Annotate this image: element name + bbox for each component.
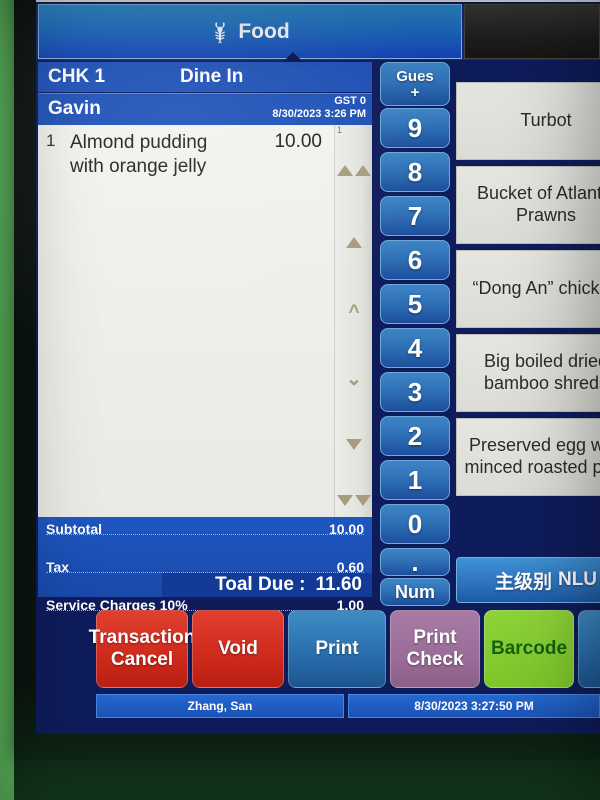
nlu-label-cn: 主级别 — [494, 571, 552, 593]
keypad-key-guest-plus-sub: + — [410, 83, 420, 101]
keypad-key-7-label: 7 — [407, 200, 423, 231]
numeric-keypad: Gues + 9 8 7 6 5 4 3 2 1 0 . Num — [376, 62, 454, 606]
photo-of-pos-terminal: 1 Assorted pl Food — [0, 0, 600, 800]
scroll-marker: 1 — [337, 125, 343, 135]
keypad-key-9-label: 9 — [407, 112, 423, 143]
keypad-key-6[interactable]: 6 — [380, 240, 450, 280]
keypad-key-guest-plus-label: Gues — [396, 67, 434, 85]
top-cutoff-strip: 1 Assorted pl — [36, 0, 600, 2]
scroll-line-down-icon[interactable] — [335, 437, 373, 455]
check-item-list[interactable]: 1 Almond pudding with orange jelly 10.00 — [38, 125, 334, 517]
total-due-label: Toal Due : — [215, 574, 306, 595]
check-totals: Subtotal 10.00 Tax 0.60 Service Charges … — [38, 517, 372, 613]
keypad-key-7[interactable]: 7 — [380, 196, 450, 236]
scroll-page-up-icon[interactable] — [335, 163, 373, 181]
keypad-key-5[interactable]: 5 — [380, 284, 450, 324]
check-subheader: Gavin GST 0 8/30/2023 3:26 PM — [38, 93, 372, 126]
keypad-key-4[interactable]: 4 — [380, 328, 450, 368]
print-check-button[interactable]: Print Check — [390, 610, 480, 688]
print-label: Print — [315, 638, 359, 660]
status-bar-user: Zhang, San — [96, 694, 344, 718]
menu-item-label: Turbot — [520, 110, 572, 131]
check-line-item[interactable]: 1 Almond pudding with orange jelly 10.00 — [38, 125, 334, 180]
check-order-type: Dine In — [180, 66, 244, 87]
menu-item-button[interactable]: Preserved egg with minced roasted pork — [456, 418, 600, 496]
scroll-chevron-down-icon[interactable]: ⌄ — [335, 370, 373, 390]
check-gst: GST 0 — [334, 95, 366, 107]
action-button-row: Transaction Cancel Void Print Print Chec… — [89, 610, 600, 692]
barcode-button[interactable]: Barcode — [484, 610, 574, 688]
pos-screen: 1 Assorted pl Food — [36, 0, 600, 734]
keypad-key-8[interactable]: 8 — [380, 152, 450, 192]
menu-item-button[interactable]: Turbot — [456, 82, 600, 160]
scroll-line-up-icon[interactable] — [335, 235, 373, 253]
menu-item-button[interactable]: Big boiled dried bamboo shreds — [456, 334, 600, 412]
keypad-key-0[interactable]: 0 — [380, 504, 450, 544]
keypad-key-4-label: 4 — [407, 332, 423, 363]
keypad-key-guest-plus[interactable]: Gues + — [380, 62, 450, 106]
keypad-key-num[interactable]: Num — [380, 578, 450, 606]
status-bar-timestamp-label: 8/30/2023 3:27:50 PM — [414, 699, 534, 713]
keypad-key-decimal-label: . — [411, 546, 419, 577]
nlu-label-en: NLU — [557, 569, 598, 590]
check-scroll-rail[interactable]: 1 ^ ⌄ — [334, 125, 372, 517]
line-item-qty: 1 — [46, 131, 56, 150]
check-header: CHK 1 Dine In — [38, 62, 372, 92]
menu-item-label: Big boiled dried bamboo shreds — [483, 351, 600, 393]
keypad-key-5-label: 5 — [407, 288, 423, 319]
check-server-name: Gavin — [48, 98, 101, 119]
keypad-key-2[interactable]: 2 — [380, 416, 450, 456]
totals-row-subtotal: Subtotal 10.00 — [38, 520, 372, 539]
check-number: CHK 1 — [48, 66, 106, 87]
totals-row-tax: Tax 0.60 — [38, 539, 372, 575]
keypad-key-num-label: Num — [395, 581, 435, 602]
tab-bar: Food — [36, 4, 600, 60]
keypad-key-0-label: 0 — [407, 508, 423, 539]
status-bar-user-label: Zhang, San — [187, 699, 253, 713]
keypad-key-6-label: 6 — [407, 244, 423, 275]
keypad-key-8-label: 8 — [407, 156, 423, 187]
barcode-label: Barcode — [490, 638, 568, 660]
status-bar-timestamp: 8/30/2023 3:27:50 PM — [348, 694, 600, 718]
print-button[interactable]: Print — [288, 610, 386, 688]
keypad-key-1-label: 1 — [407, 464, 423, 495]
nlu-button[interactable]: 主级别 NLU — [456, 557, 600, 603]
line-item-description: Almond pudding with orange jelly — [70, 132, 208, 178]
keypad-key-1[interactable]: 1 — [380, 460, 450, 500]
total-due-value: 11.60 — [315, 574, 363, 595]
scroll-chevron-up-icon[interactable]: ^ — [335, 303, 373, 323]
print-check-label: Print Check — [406, 627, 464, 670]
line-item-price: 10.00 — [274, 131, 322, 152]
total-due-bar: Toal Due : 11.60 — [162, 573, 372, 597]
subtotal-value: 10.00 — [328, 521, 364, 537]
keypad-key-9[interactable]: 9 — [380, 108, 450, 148]
auto-combo-button[interactable]: A Co — [578, 610, 600, 688]
scroll-page-down-icon[interactable] — [335, 493, 373, 511]
void-button[interactable]: Void — [192, 610, 284, 688]
check-opened-timestamp: 8/30/2023 3:26 PM — [272, 108, 366, 120]
tab-food[interactable]: Food — [38, 4, 462, 59]
keypad-key-2-label: 2 — [407, 420, 423, 451]
keypad-key-3[interactable]: 3 — [380, 372, 450, 412]
lobster-icon — [215, 21, 226, 43]
menu-item-label: Bucket of Atlantic Prawns — [476, 183, 600, 225]
tab-inactive[interactable] — [464, 4, 600, 59]
menu-item-grid: Turbot Bucket of Atlantic Prawns “Dong A… — [456, 82, 600, 512]
menu-item-label: Preserved egg with minced roasted pork — [464, 435, 600, 477]
menu-item-button[interactable]: “Dong An” chicken — [456, 250, 600, 328]
transaction-cancel-label: Transaction Cancel — [88, 627, 196, 670]
keypad-key-decimal[interactable]: . — [380, 546, 450, 577]
menu-item-label: “Dong An” chicken — [472, 278, 600, 299]
menu-item-button[interactable]: Bucket of Atlantic Prawns — [456, 166, 600, 244]
tab-food-label: Food — [238, 19, 290, 43]
status-bar: Zhang, San 8/30/2023 3:27:50 PM — [96, 694, 600, 718]
keypad-key-3-label: 3 — [407, 376, 423, 407]
transaction-cancel-button[interactable]: Transaction Cancel — [89, 610, 195, 688]
void-label: Void — [218, 638, 258, 660]
